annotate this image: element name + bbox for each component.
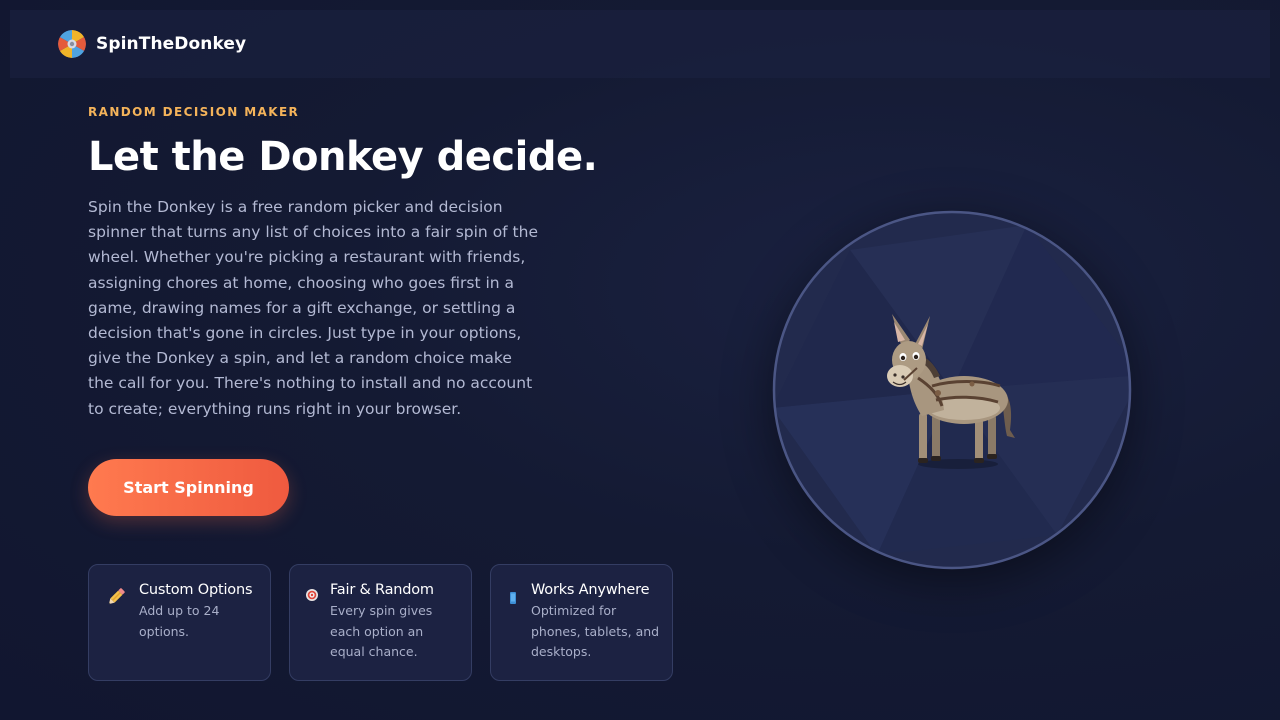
top-navbar: SpinTheDonkey	[10, 10, 1270, 78]
feature-card-works-anywhere: Works Anywhere Optimized for phones, tab…	[490, 564, 673, 681]
hero-eyebrow: RANDOM DECISION MAKER	[88, 105, 300, 119]
feature-card-custom-options: Custom Options Add up to 24 options.	[88, 564, 271, 681]
wheel-logo-icon	[58, 30, 86, 58]
feature-text: Add up to 24 options.	[139, 603, 220, 639]
feature-text: Every spin gives each option an equal ch…	[330, 603, 433, 659]
brand-link[interactable]: SpinTheDonkey	[58, 30, 246, 58]
phone-icon	[510, 592, 516, 604]
feature-title: Fair & Random	[330, 582, 434, 598]
hero-headline: Let the Donkey decide.	[88, 134, 598, 180]
feature-title: Custom Options	[139, 582, 253, 598]
pencil-icon	[108, 588, 125, 605]
feature-title: Works Anywhere	[531, 582, 650, 598]
feature-cards: Custom Options Add up to 24 options. Fai…	[88, 564, 673, 681]
hero-description: Spin the Donkey is a free random picker …	[88, 198, 538, 418]
feature-card-fair-random: Fair & Random Every spin gives each opti…	[289, 564, 472, 681]
hero-section: RANDOM DECISION MAKER Let the Donkey dec…	[88, 100, 688, 516]
start-spinning-button[interactable]: Start Spinning	[88, 459, 289, 516]
spinner-wheel[interactable]	[772, 210, 1132, 570]
target-icon	[306, 589, 318, 601]
brand-name: SpinTheDonkey	[96, 34, 247, 54]
feature-text: Optimized for phones, tablets, and deskt…	[531, 603, 660, 659]
wheel-graphic	[772, 210, 1132, 570]
